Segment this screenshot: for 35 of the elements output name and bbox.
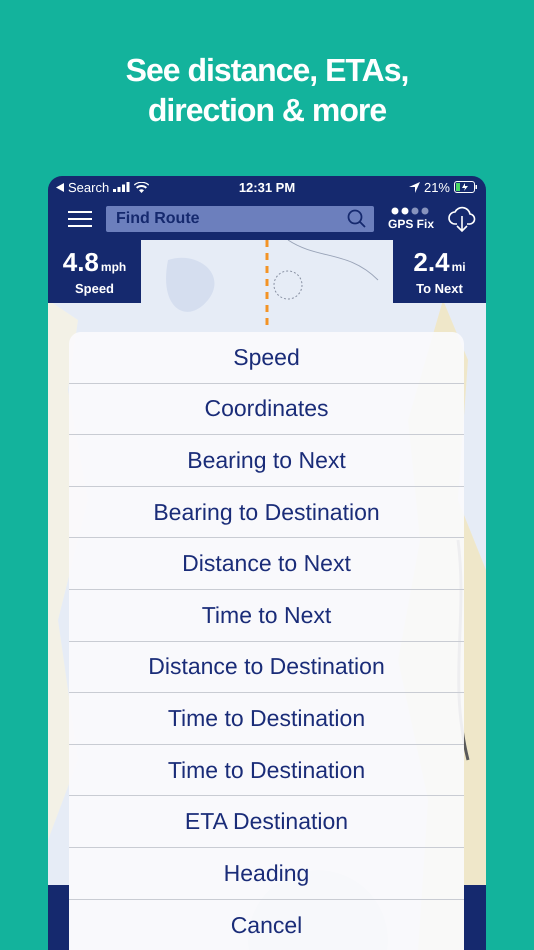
stat-tile[interactable]: 2.4 mi To Next <box>393 240 486 303</box>
menu-option[interactable]: ETA Destination <box>184 808 348 836</box>
cancel-button[interactable]: Cancel <box>230 912 302 939</box>
menu-option[interactable]: Distance to Next <box>182 550 351 578</box>
gps-label: GPS Fix <box>388 217 434 231</box>
wifi-icon <box>134 182 150 192</box>
menu-option[interactable]: Time to Destination <box>168 756 366 784</box>
location-arrow-icon <box>408 182 420 192</box>
status-time: 12:31 PM <box>238 180 296 194</box>
stat-value: 2.4 mi <box>413 248 466 278</box>
menu-option[interactable]: Time to Destination <box>168 704 366 732</box>
menu-option[interactable]: Bearing to Next <box>187 446 346 474</box>
search-icon[interactable] <box>346 209 366 228</box>
gps-strength-icon <box>390 207 431 215</box>
headline: See distance, ETAs, direction & more <box>124 51 410 130</box>
menu-option[interactable]: Distance to Destination <box>148 653 385 680</box>
cloud-download-icon[interactable] <box>448 206 476 232</box>
menu-option[interactable]: Heading <box>224 860 310 887</box>
stat-value: 4.8 mph <box>62 248 126 278</box>
stat-tile[interactable] <box>464 885 486 950</box>
menu-option[interactable]: Speed <box>233 344 300 371</box>
signal-icon <box>113 182 130 192</box>
stat-label: Speed <box>74 280 114 296</box>
menu-icon[interactable] <box>68 211 92 227</box>
menu-option[interactable]: Time to Next <box>202 602 332 629</box>
back-arrow-icon[interactable] <box>56 182 64 192</box>
menu-option[interactable]: Bearing to Destination <box>153 498 380 526</box>
battery-icon <box>454 181 478 193</box>
back-link[interactable]: Search <box>68 180 110 194</box>
stat-tile[interactable] <box>48 885 69 950</box>
menu-option[interactable]: Coordinates <box>204 395 329 422</box>
battery-percent: 21% <box>424 180 450 194</box>
search-field[interactable]: Find Route <box>106 206 374 232</box>
stat-tile[interactable]: 4.8 mph Speed <box>48 240 141 303</box>
stat-label: To Next <box>416 280 463 296</box>
